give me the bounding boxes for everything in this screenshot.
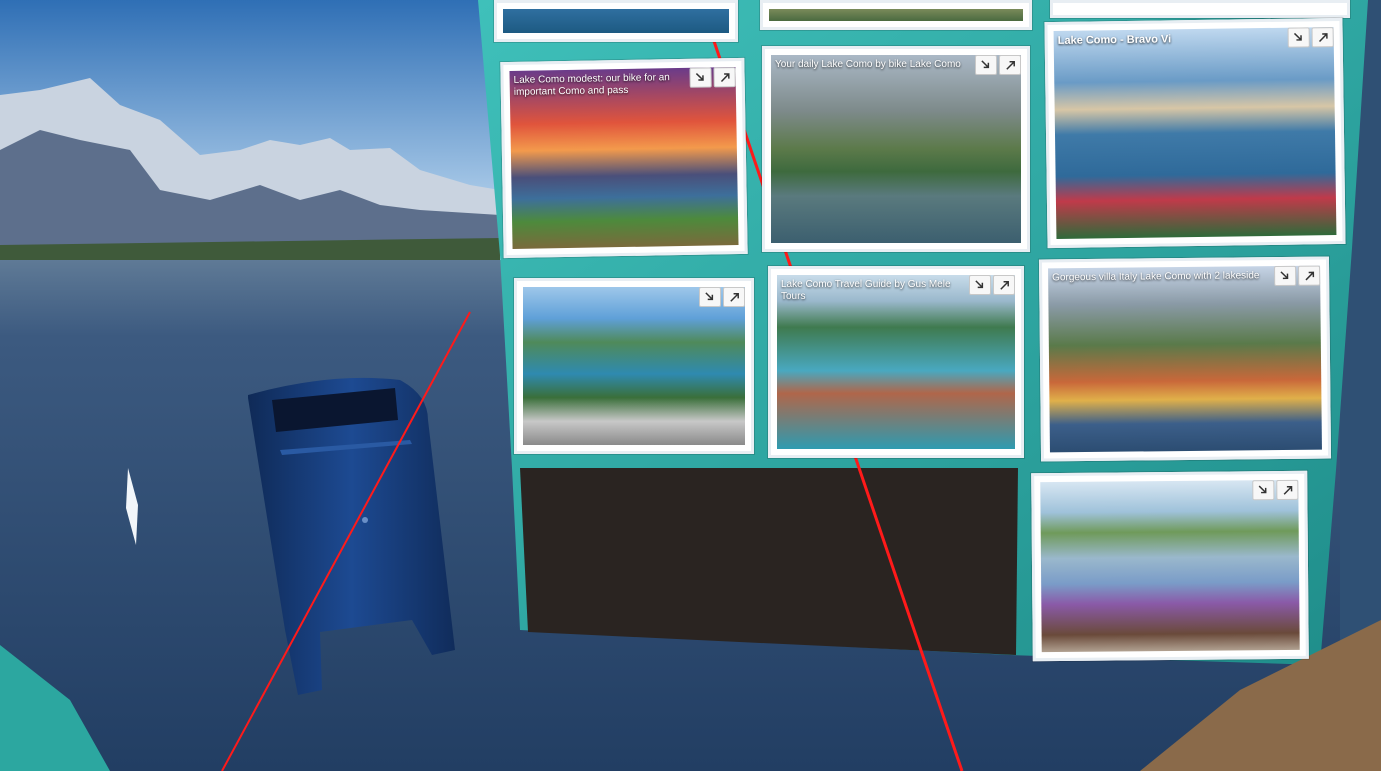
expand-icon — [720, 72, 730, 82]
panel-controls — [975, 55, 1021, 75]
panel-controls — [1252, 479, 1299, 501]
wisteria-terrace-photo — [1040, 479, 1300, 653]
expand-icon — [1304, 271, 1314, 280]
panel-controls — [699, 287, 745, 307]
expand-icon — [1318, 32, 1328, 42]
gallery-panel-1[interactable]: Lake Como modest: our bike for an import… — [500, 57, 748, 259]
expand-button[interactable] — [1311, 27, 1334, 48]
top-partial-panel-1[interactable] — [494, 0, 738, 42]
panel-caption: Lake Como Travel Guide by Gus Mele Tours — [781, 279, 951, 302]
gallery-panel-3[interactable]: Lake Como - Bravo Vi — [1044, 17, 1346, 249]
shrink-button[interactable] — [1274, 265, 1297, 287]
expand-button[interactable] — [999, 55, 1021, 75]
shrink-icon — [1293, 32, 1302, 41]
panel-caption: Your daily Lake Como by bike Lake Como — [775, 59, 961, 70]
panel-controls — [1287, 27, 1334, 48]
shrink-icon — [1258, 485, 1266, 493]
shrink-icon — [1279, 270, 1288, 279]
expand-button[interactable] — [713, 67, 736, 88]
expand-icon — [1005, 60, 1015, 70]
shrink-button[interactable] — [699, 287, 721, 307]
gallery-panel-2[interactable]: Your daily Lake Como by bike Lake Como — [762, 46, 1030, 252]
shrink-button[interactable] — [969, 275, 991, 295]
shrink-button[interactable] — [1287, 27, 1310, 48]
expand-button[interactable] — [723, 287, 745, 307]
expand-button[interactable] — [1276, 479, 1299, 501]
gallery-panel-5[interactable]: Lake Como Travel Guide by Gus Mele Tours — [768, 266, 1024, 458]
expand-icon — [999, 280, 1009, 290]
shrink-icon — [704, 291, 713, 300]
vr-scene: Lake Como modest: our bike for an import… — [0, 0, 1381, 771]
top-partial-panel-2[interactable] — [760, 0, 1032, 30]
panel-controls — [1274, 265, 1321, 287]
varenna-colorful-houses-photo — [1048, 265, 1322, 453]
gallery-panel-7[interactable] — [1031, 470, 1309, 662]
shrink-icon — [980, 59, 989, 68]
bellagio-waterfront-photo — [1053, 27, 1337, 239]
expand-icon — [729, 292, 739, 302]
expand-button[interactable] — [1298, 265, 1321, 286]
shrink-icon — [695, 72, 704, 81]
panel-controls — [969, 275, 1015, 295]
shrink-icon — [974, 279, 983, 288]
top-partial-panel-3[interactable] — [1050, 0, 1350, 18]
dark-wall-section — [520, 468, 1018, 655]
panel-caption: Lake Como modest: our bike for an import… — [513, 72, 670, 98]
panel-controls — [689, 67, 736, 88]
gallery-panel-6[interactable]: Gorgeous villa Italy Lake Como with 2 la… — [1038, 256, 1332, 462]
expand-button[interactable] — [993, 275, 1015, 295]
shrink-button[interactable] — [1252, 480, 1275, 501]
gallery-panel-4[interactable] — [514, 278, 754, 454]
shrink-button[interactable] — [689, 67, 712, 88]
villa-lake-photo — [771, 55, 1021, 243]
expand-icon — [1283, 485, 1292, 495]
lakeside-road-photo — [523, 287, 745, 445]
shrink-button[interactable] — [975, 55, 997, 75]
panel-caption: Gorgeous villa Italy Lake Como with 2 la… — [1052, 270, 1260, 284]
